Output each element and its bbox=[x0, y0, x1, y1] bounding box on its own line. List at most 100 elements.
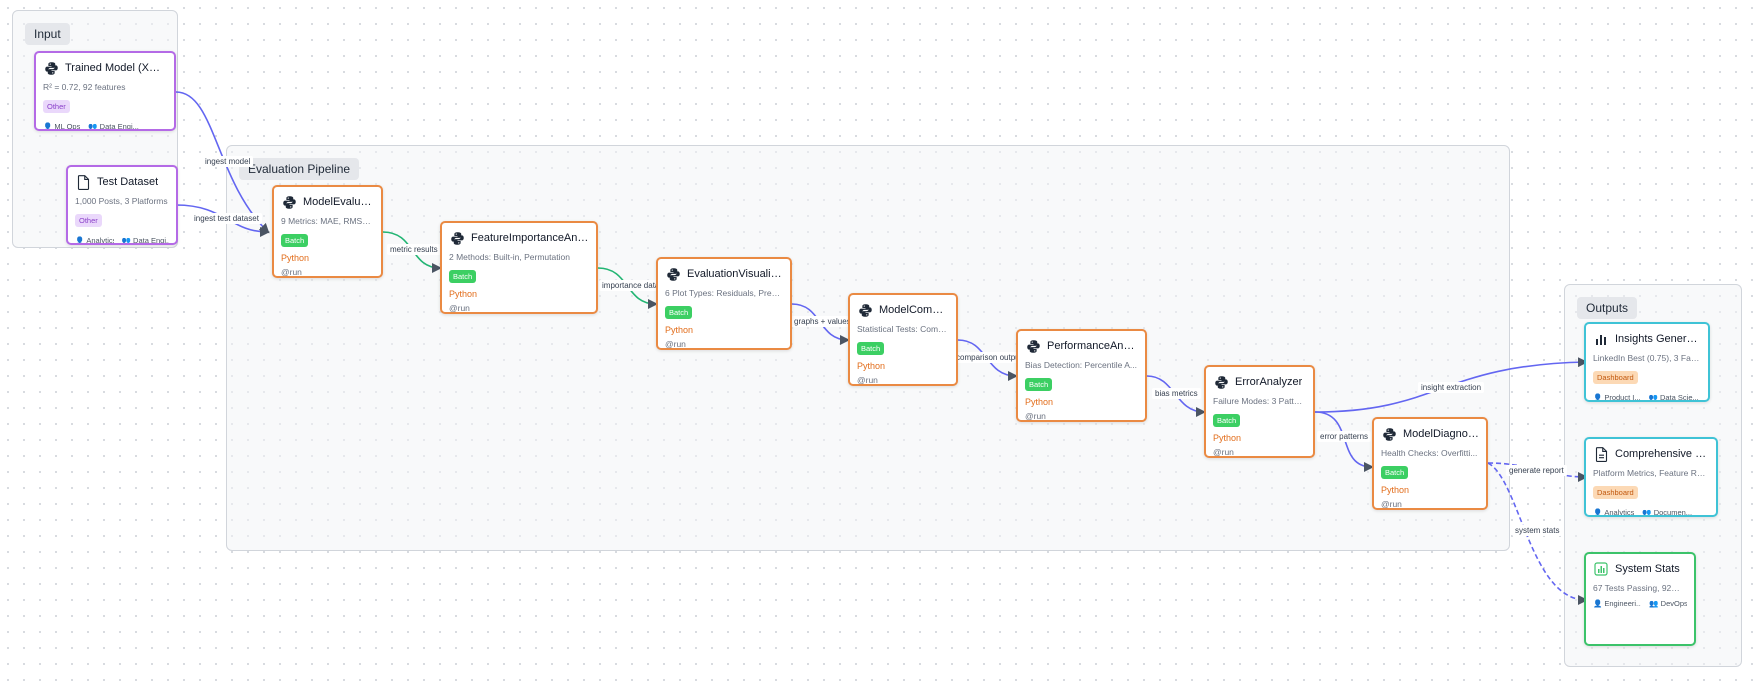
people-icon: 👥 bbox=[1648, 393, 1658, 402]
language-label: Python bbox=[281, 253, 310, 263]
node-test-dataset[interactable]: Test Dataset 1,000 Posts, 3 Platforms Ot… bbox=[66, 165, 178, 245]
people-icon: 👥 bbox=[1642, 508, 1652, 517]
team-label: DevOps bbox=[1660, 599, 1687, 608]
run-label: @run bbox=[281, 267, 302, 277]
node-description: Platform Metrics, Feature Ran... bbox=[1593, 468, 1709, 478]
person-icon: 👤 bbox=[43, 122, 53, 131]
edge-label-bias-metrics: bias metrics bbox=[1152, 388, 1201, 399]
people-icon: 👥 bbox=[1649, 599, 1659, 608]
node-description: 6 Plot Types: Residuals, Predi... bbox=[665, 288, 783, 298]
run-label: @run bbox=[1381, 499, 1402, 509]
team-meta: 👥 Documen... bbox=[1642, 508, 1693, 517]
node-title: FeatureImportanceAnaly... bbox=[471, 232, 589, 244]
document-icon bbox=[75, 174, 91, 190]
owner-meta: 👤 ML Ops bbox=[43, 122, 80, 131]
node-evaluation-visualizer[interactable]: EvaluationVisualizer 6 Plot Types: Resid… bbox=[656, 257, 792, 350]
people-icon: 👥 bbox=[121, 236, 132, 245]
language-label: Python bbox=[665, 325, 694, 335]
node-model-evaluator[interactable]: ModelEvaluator 9 Metrics: MAE, RMSE, ...… bbox=[272, 185, 383, 278]
python-icon bbox=[857, 302, 873, 318]
person-icon: 👤 bbox=[1593, 393, 1603, 402]
edge-label-error-patterns: error patterns bbox=[1317, 431, 1372, 442]
dashboard-badge: Dashboard bbox=[1593, 371, 1638, 384]
node-title: Comprehensive Re... bbox=[1615, 448, 1709, 460]
batch-badge: Batch bbox=[1213, 414, 1241, 427]
python-icon bbox=[43, 60, 59, 76]
node-title: Insights Generated bbox=[1615, 333, 1701, 345]
node-error-analyzer[interactable]: ErrorAnalyzer Failure Modes: 3 Patter...… bbox=[1204, 365, 1315, 458]
type-badge: Other bbox=[43, 100, 70, 113]
batch-badge: Batch bbox=[665, 306, 693, 319]
language-label: Python bbox=[1381, 485, 1410, 495]
owner-label: Analytics bbox=[1604, 508, 1635, 517]
bar-chart-icon bbox=[1593, 331, 1609, 347]
node-description: 2 Methods: Built-in, Permutation bbox=[449, 252, 570, 262]
person-icon: 👤 bbox=[1593, 508, 1603, 517]
node-title: Test Dataset bbox=[97, 176, 159, 188]
node-title: EvaluationVisualizer bbox=[687, 268, 783, 280]
python-icon bbox=[1381, 426, 1397, 442]
python-icon bbox=[665, 266, 681, 282]
node-performance-analyzer[interactable]: PerformanceAnal... Bias Detection: Perce… bbox=[1016, 329, 1147, 422]
node-description: Health Checks: Overfitti... bbox=[1381, 448, 1478, 458]
team-meta: 👥 Data Scie... bbox=[1648, 393, 1699, 402]
node-description: 9 Metrics: MAE, RMSE, ... bbox=[281, 216, 374, 226]
team-label: Data Engi... bbox=[133, 236, 169, 245]
language-label: Python bbox=[1025, 397, 1054, 407]
node-description: R² = 0.72, 92 features bbox=[43, 82, 126, 92]
node-title: Trained Model (XGB... bbox=[65, 62, 167, 74]
owner-meta: 👤 Analytics bbox=[1593, 508, 1635, 517]
node-insights-generated[interactable]: Insights Generated LinkedIn Best (0.75),… bbox=[1584, 322, 1710, 402]
node-title: ModelCompa... bbox=[879, 304, 949, 316]
owner-meta: 👤 Engineeri... bbox=[1593, 599, 1641, 608]
owner-label: Engineeri... bbox=[1604, 599, 1642, 608]
team-label: Data Scie... bbox=[1659, 393, 1699, 402]
owner-meta: 👤 Product I... bbox=[1593, 393, 1641, 402]
python-icon bbox=[1213, 374, 1229, 390]
edge-label-ingest-model: ingest model bbox=[202, 156, 254, 167]
run-label: @run bbox=[1025, 411, 1046, 421]
dashboard-badge: Dashboard bbox=[1593, 486, 1638, 499]
batch-badge: Batch bbox=[1025, 378, 1053, 391]
edge-label-metric-results: metric results bbox=[387, 244, 441, 255]
node-comprehensive-report[interactable]: Comprehensive Re... Platform Metrics, Fe… bbox=[1584, 437, 1718, 517]
owner-label: Product I... bbox=[1604, 393, 1641, 402]
team-meta: 👥 DevOps bbox=[1649, 599, 1687, 608]
node-model-diagnostics[interactable]: ModelDiagnost... Health Checks: Overfitt… bbox=[1372, 417, 1488, 510]
batch-badge: Batch bbox=[281, 234, 309, 247]
run-label: @run bbox=[857, 375, 878, 385]
type-badge: Other bbox=[75, 214, 102, 227]
node-description: 67 Tests Passing, 92% ... bbox=[1593, 583, 1687, 593]
node-model-comparator[interactable]: ModelCompa... Statistical Tests: Comp...… bbox=[848, 293, 958, 386]
owner-label: Analytics bbox=[86, 236, 114, 245]
language-label: Python bbox=[1213, 433, 1242, 443]
run-label: @run bbox=[665, 339, 686, 349]
document-icon bbox=[1593, 446, 1609, 462]
person-icon: 👤 bbox=[75, 236, 85, 245]
python-icon bbox=[281, 194, 297, 210]
team-label: Documen... bbox=[1653, 508, 1693, 517]
people-icon: 👥 bbox=[88, 122, 98, 131]
node-title: System Stats bbox=[1615, 563, 1680, 575]
edge-label-insight-extraction: insight extraction bbox=[1418, 382, 1485, 393]
node-description: 1,000 Posts, 3 Platforms bbox=[75, 196, 168, 206]
node-trained-model[interactable]: Trained Model (XGB... R² = 0.72, 92 feat… bbox=[34, 51, 176, 131]
node-title: ModelDiagnost... bbox=[1403, 428, 1479, 440]
language-label: Python bbox=[449, 289, 478, 299]
node-title: ModelEvaluator bbox=[303, 196, 374, 208]
node-description: LinkedIn Best (0.75), 3 Fail... bbox=[1593, 353, 1701, 363]
owner-meta: 👤 Analytics bbox=[75, 236, 114, 245]
node-feature-importance-analyzer[interactable]: FeatureImportanceAnaly... 2 Methods: Bui… bbox=[440, 221, 598, 314]
edge-label-system-stats: system stats bbox=[1512, 525, 1563, 536]
edge-label-generate-report: generate report bbox=[1506, 465, 1567, 476]
team-meta: 👥 Data Engi... bbox=[121, 236, 169, 245]
python-icon bbox=[449, 230, 465, 246]
edge-label-ingest-test-dataset: ingest test dataset bbox=[191, 213, 262, 224]
python-icon bbox=[1025, 338, 1041, 354]
batch-badge: Batch bbox=[1381, 466, 1409, 479]
batch-badge: Batch bbox=[449, 270, 477, 283]
node-system-stats[interactable]: System Stats 67 Tests Passing, 92% ... 👤… bbox=[1584, 552, 1696, 646]
edge-label-graphs-values: graphs + values bbox=[791, 316, 854, 327]
team-meta: 👥 Data Engi... bbox=[88, 122, 139, 131]
node-description: Bias Detection: Percentile A... bbox=[1025, 360, 1137, 370]
